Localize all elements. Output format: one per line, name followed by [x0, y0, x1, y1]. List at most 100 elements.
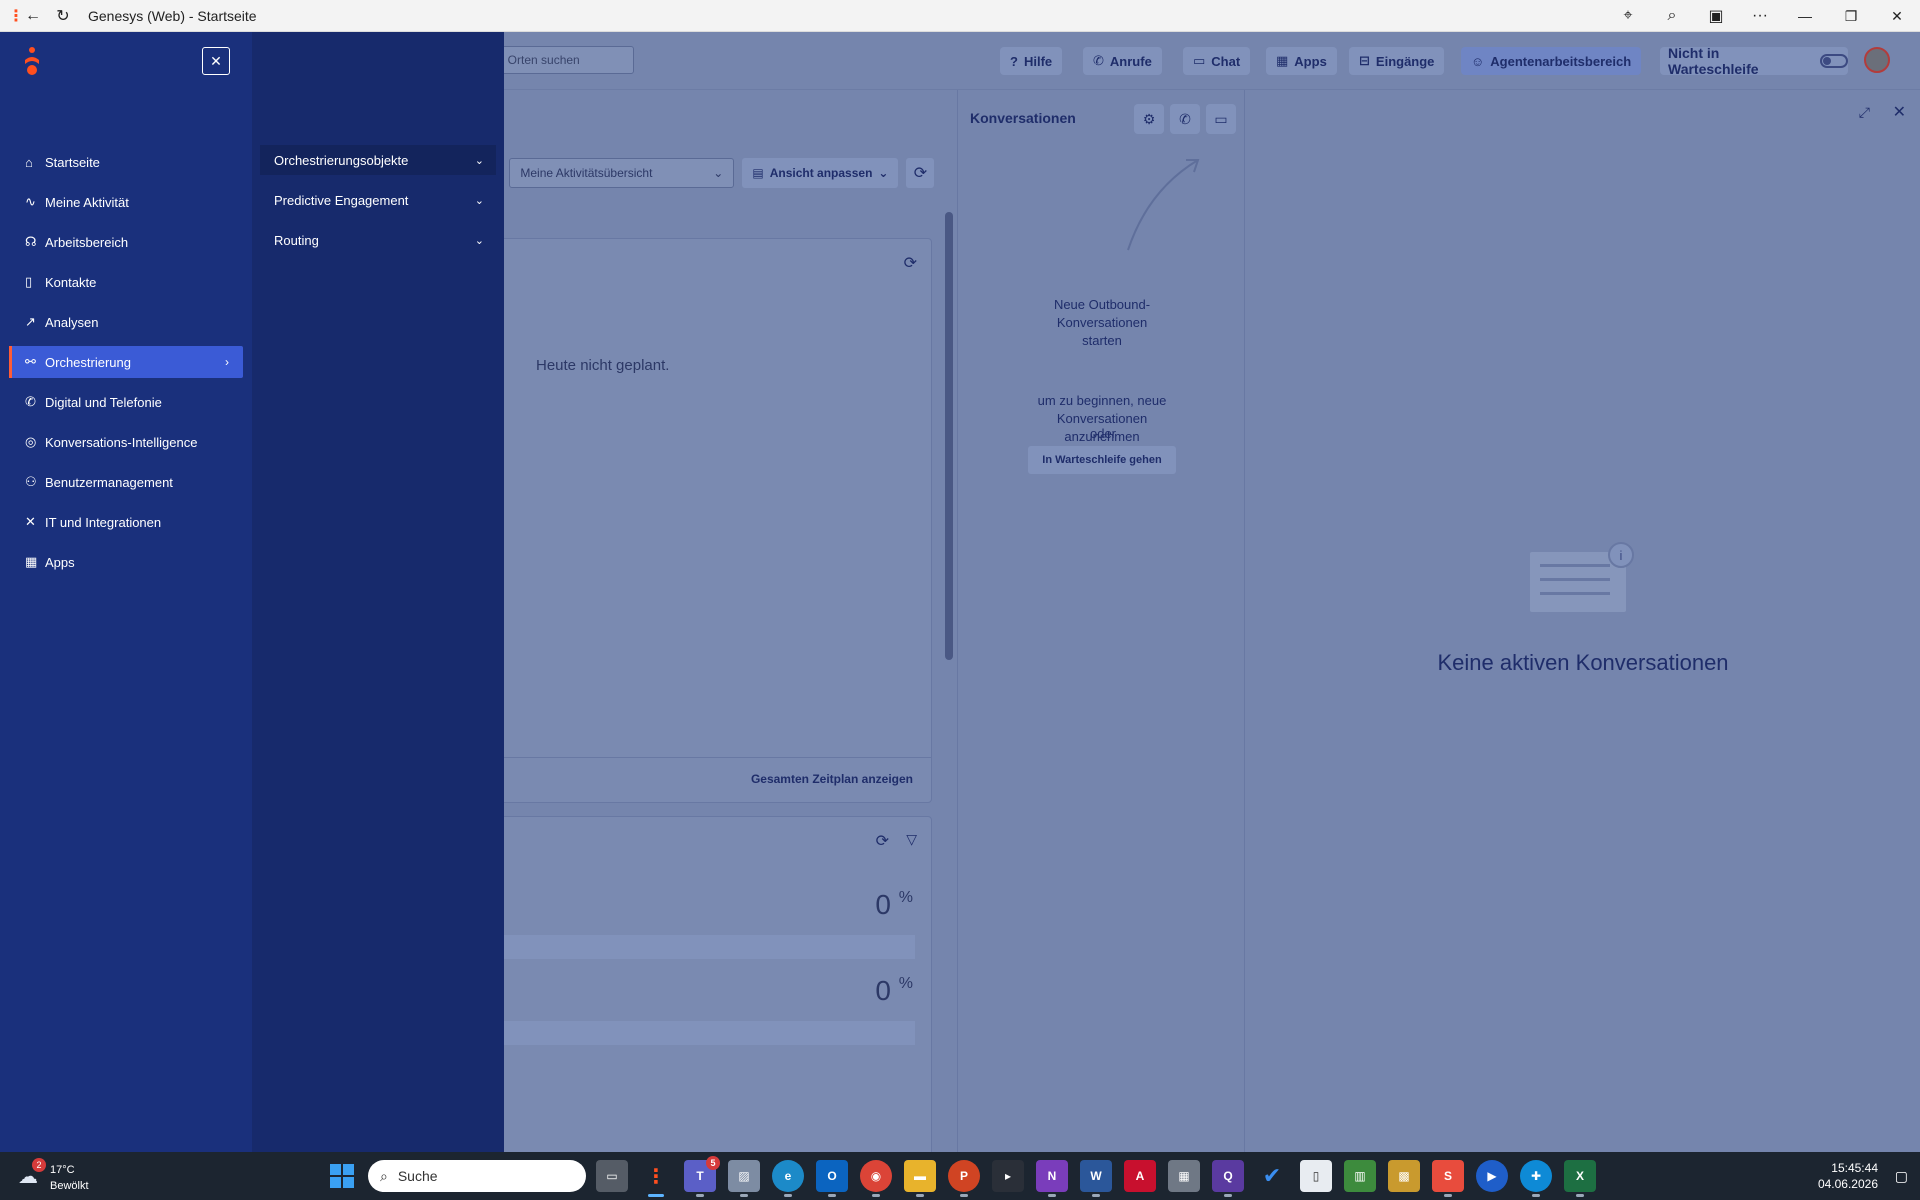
- chrome-icon[interactable]: ◉: [860, 1160, 892, 1197]
- chart-app-icon[interactable]: ▥: [1344, 1160, 1376, 1192]
- reload-icon[interactable]: ↻: [48, 1, 78, 31]
- notepad-icon[interactable]: ▯: [1300, 1160, 1332, 1192]
- snagit-icon[interactable]: S: [1432, 1160, 1464, 1197]
- notification-icon[interactable]: ▢: [1895, 1168, 1908, 1185]
- new-outbound-text: Neue Outbound-Konversationen starten: [1053, 297, 1151, 348]
- customize-view-button[interactable]: ▤ Ansicht anpassen ⌄: [742, 158, 899, 188]
- outlook-icon[interactable]: O: [816, 1160, 848, 1197]
- nav-item-contacts[interactable]: ▯ Kontakte: [9, 266, 243, 298]
- more-icon[interactable]: ···: [1738, 1, 1782, 31]
- nav-item-orchestration[interactable]: ⚯ Orchestrierung ›: [9, 346, 243, 378]
- avatar[interactable]: [1864, 47, 1890, 73]
- calls-label: Anrufe: [1109, 53, 1152, 69]
- close-window-button[interactable]: ✕: [1874, 0, 1920, 32]
- restore-button[interactable]: ❐: [1828, 0, 1874, 32]
- genesys-taskbar-icon[interactable]: ⋮: [640, 1160, 672, 1197]
- app-q-icon[interactable]: Q: [1212, 1160, 1244, 1197]
- subnav-item-routing[interactable]: Routing ⌄: [260, 225, 496, 255]
- close-icon: ✕: [210, 52, 222, 69]
- intelligence-icon: ◎: [25, 434, 37, 449]
- nav-item-home[interactable]: ⌂ Startseite: [9, 146, 243, 178]
- schedule-card: ⟳ Heute nicht geplant. Gesamten Zeitplan…: [492, 238, 932, 803]
- refresh-icon[interactable]: ⟳: [904, 253, 917, 273]
- task-view-icon[interactable]: ▭: [596, 1160, 628, 1192]
- word-icon[interactable]: W: [1080, 1160, 1112, 1197]
- nav-item-label: IT und Integrationen: [45, 514, 162, 530]
- acrobat-icon[interactable]: A: [1124, 1160, 1156, 1192]
- nav-item-conversation-intelligence[interactable]: ◎ Konversations-Intelligence: [9, 426, 243, 458]
- back-icon[interactable]: ←: [18, 1, 48, 31]
- chat-icon[interactable]: ▭: [1206, 104, 1236, 134]
- metric-bar: [493, 935, 915, 959]
- close-icon[interactable]: ✕: [1893, 102, 1906, 122]
- nav-item-workspace[interactable]: ☊ Arbeitsbereich: [9, 226, 243, 258]
- subnav-item-orchestration-objects[interactable]: Orchestrierungsobjekte ⌄: [260, 145, 496, 175]
- calculator-icon[interactable]: ▦: [1168, 1160, 1200, 1192]
- apps-button[interactable]: ▦ Apps: [1266, 47, 1337, 75]
- queue-status-toggle[interactable]: Nicht in Warteschleife: [1660, 45, 1848, 77]
- powerpoint-icon[interactable]: P: [948, 1160, 980, 1197]
- agent-workspace-label: Agentenarbeitsbereich: [1490, 53, 1632, 69]
- orchestration-icon: ⚯: [25, 354, 36, 369]
- terminal-icon[interactable]: ▸: [992, 1160, 1024, 1192]
- windows-start-button[interactable]: [330, 1164, 354, 1188]
- chevron-down-icon: ⌄: [474, 234, 484, 247]
- calls-button[interactable]: ✆ Anrufe: [1083, 47, 1162, 75]
- zoom-icon[interactable]: ⌕: [1650, 1, 1694, 31]
- close-navigation-button[interactable]: ✕: [202, 47, 230, 75]
- chevron-down-icon: ⌄: [878, 166, 889, 180]
- settings-icon[interactable]: ⚙: [1134, 104, 1164, 134]
- taskbar-search[interactable]: ⌕ Suche: [368, 1160, 586, 1192]
- media-player-icon[interactable]: ▶: [1476, 1160, 1508, 1192]
- genesys-app-icon: ⋮: [8, 7, 24, 25]
- inbox-button[interactable]: ⊟ Eingänge: [1349, 47, 1445, 75]
- weather-widget[interactable]: ☁ 2 17°C Bewölkt: [18, 1158, 108, 1194]
- nav-item-apps[interactable]: ▦ Apps: [9, 546, 243, 578]
- nav-item-it-integrations[interactable]: ✕ IT und Integrationen: [9, 506, 243, 538]
- system-clock[interactable]: 15:45:44 04.06.2026: [1818, 1160, 1878, 1192]
- excel-icon[interactable]: X: [1564, 1160, 1596, 1197]
- minimize-button[interactable]: —: [1782, 0, 1828, 32]
- nav-item-my-activity[interactable]: ∿ Meine Aktivität: [9, 186, 243, 218]
- subnav-item-predictive-engagement[interactable]: Predictive Engagement ⌄: [260, 185, 496, 215]
- schedule-card-footer: Gesamten Zeitplan anzeigen: [493, 757, 931, 802]
- subnav-item-label: Orchestrierungsobjekte: [274, 152, 409, 168]
- nav-item-label: Konversations-Intelligence: [45, 434, 198, 450]
- teams-icon[interactable]: T5: [684, 1156, 720, 1197]
- full-schedule-link[interactable]: Gesamten Zeitplan anzeigen: [751, 772, 913, 786]
- apps-grid-icon: ▦: [1276, 53, 1289, 68]
- todo-icon[interactable]: ✔: [1256, 1160, 1288, 1192]
- nav-item-analytics[interactable]: ↗ Analysen: [9, 306, 243, 338]
- window-titlebar: ⋮ ← ↻ Genesys (Web) - Startseite ⌖ ⌕ ▣ ·…: [0, 0, 1920, 32]
- go-on-queue-button[interactable]: In Warteschleife gehen: [1028, 446, 1176, 474]
- conversation-actions: ⚙ ✆ ▭: [1134, 104, 1236, 134]
- location-icon[interactable]: ⌖: [1606, 1, 1650, 31]
- filter-icon[interactable]: ▽: [906, 831, 917, 848]
- photo-app-icon[interactable]: ▩: [1388, 1160, 1420, 1192]
- plus-app-icon[interactable]: ✚: [1520, 1160, 1552, 1197]
- expand-icon[interactable]: ⤢: [1859, 104, 1870, 121]
- file-explorer-icon[interactable]: ▬: [904, 1160, 936, 1197]
- scrollbar[interactable]: [945, 202, 953, 1200]
- nav-item-user-management[interactable]: ⚇ Benutzermanagement: [9, 466, 243, 498]
- chat-button[interactable]: ▭ Chat: [1183, 47, 1251, 75]
- view-select[interactable]: Meine Aktivitätsübersicht ⌄: [509, 158, 735, 188]
- scrollbar-thumb[interactable]: [945, 212, 953, 660]
- help-button[interactable]: ? Hilfe: [1000, 47, 1063, 75]
- phone-icon[interactable]: ✆: [1170, 104, 1200, 134]
- onenote-icon[interactable]: N: [1036, 1160, 1068, 1197]
- chevron-down-icon: ⌄: [474, 194, 484, 207]
- nav-item-label: Kontakte: [45, 274, 97, 290]
- refresh-view-button[interactable]: ⟳: [906, 158, 935, 188]
- edge-icon[interactable]: e: [772, 1160, 804, 1197]
- help-icon: ?: [1010, 53, 1018, 69]
- status-toggle-switch[interactable]: [1820, 54, 1848, 68]
- weather-temp: 17°C: [50, 1164, 75, 1176]
- cast-icon[interactable]: ▣: [1694, 1, 1738, 31]
- nav-item-digital-telephony[interactable]: ✆ Digital und Telefonie: [9, 386, 243, 418]
- chat-icon: ▭: [1193, 53, 1206, 68]
- agent-workspace-button[interactable]: ☺ Agentenarbeitsbereich: [1461, 47, 1642, 75]
- metrics-card: ⟳ ▽ 0 % 0 %: [492, 816, 932, 1200]
- image-viewer-icon[interactable]: ▨: [728, 1160, 760, 1197]
- refresh-icon[interactable]: ⟳: [876, 831, 889, 851]
